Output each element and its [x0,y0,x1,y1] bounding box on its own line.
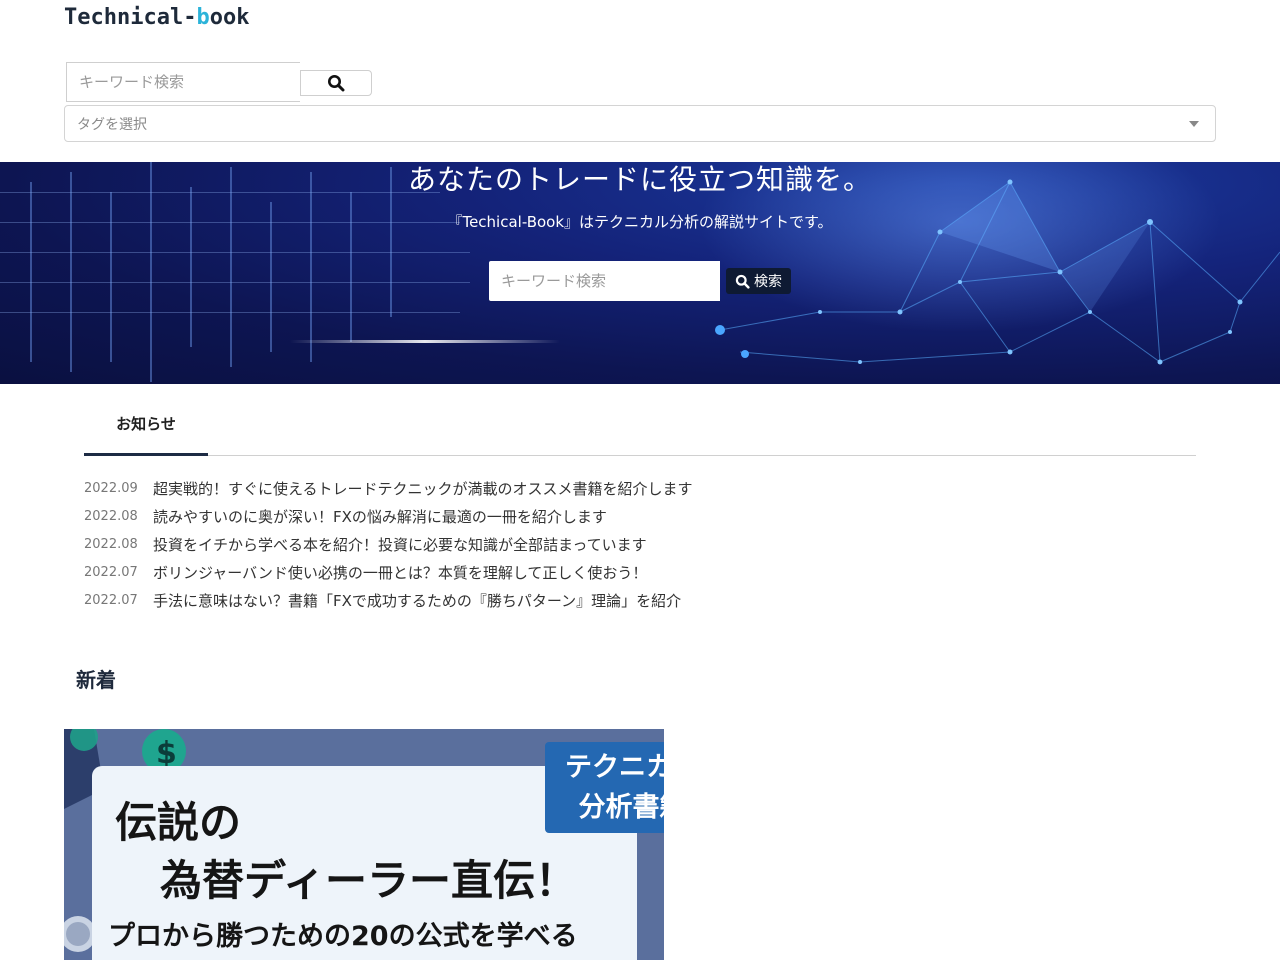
header-search-input[interactable] [66,62,300,102]
news-date: 2022.07 [84,564,138,580]
tab-news[interactable]: お知らせ [84,404,208,456]
chevron-down-icon [1189,120,1199,127]
site-logo[interactable]: Technical-book [64,4,249,32]
news-date: 2022.08 [84,508,138,524]
news-date: 2022.09 [84,480,138,496]
hero-title: あなたのトレードに役立つ知識を。 [407,163,872,196]
badge-line-1: テクニカル [565,752,664,783]
card-title-line-2: 為替ディーラー直伝！ [160,856,578,905]
search-icon [735,274,750,289]
logo-text-main: Technical- [64,5,197,30]
article-card[interactable]: $ テクニカル 分析書籍 伝説の 為替ディーラー直伝！ プロから勝つための20の… [64,729,664,960]
news-link[interactable]: 投資をイチから学べる本を紹介！投資に必要な知識が全部詰まっています [153,534,647,555]
header-search-button[interactable] [300,70,372,96]
hero-search-button-label: 検索 [754,274,782,290]
news-list: 2022.09 超実戦的！すぐに使えるトレードテクニックが満載のオススメ書籍を紹… [84,474,1196,614]
hero-subtitle: 『Techical-Book』はテクニカル分析の解説サイトです。 [447,213,833,231]
card-title-line-3: プロから勝つための20の公式を学べる [108,921,578,952]
header-search-form [66,62,372,102]
logo-text-accent: b [196,5,210,30]
list-item: 2022.08 読みやすいのに奥が深い！FXの悩み解消に最適の一冊を紹介します [84,502,1196,530]
card-category-badge: テクニカル 分析書籍 [545,742,664,833]
badge-line-2: 分析書籍 [578,792,665,823]
news-link[interactable]: 読みやすいのに奥が深い！FXの悩み解消に最適の一冊を紹介します [153,506,607,527]
news-link[interactable]: 手法に意味はない？書籍「FXで成功するための『勝ちパターン』理論」を紹介 [153,590,681,611]
news-date: 2022.08 [84,536,138,552]
tag-select-placeholder: タグを選択 [77,116,147,133]
card-title-line-1: 伝説の [115,798,242,847]
list-item: 2022.07 ボリンジャーバンド使い必携の一冊とは？本質を理解して正しく使おう… [84,558,1196,586]
list-item: 2022.08 投資をイチから学べる本を紹介！投資に必要な知識が全部詰まっていま… [84,530,1196,558]
hero-banner: あなたのトレードに役立つ知識を。 『Techical-Book』はテクニカル分析… [0,162,1280,384]
logo-text-tail: ook [209,5,250,30]
news-link[interactable]: 超実戦的！すぐに使えるトレードテクニックが満載のオススメ書籍を紹介します [153,478,693,499]
news-tab-bar: お知らせ [84,404,1196,456]
list-item: 2022.07 手法に意味はない？書籍「FXで成功するための『勝ちパターン』理論… [84,586,1196,614]
search-icon [328,75,345,92]
new-section-heading: 新着 [76,668,116,692]
news-date: 2022.07 [84,592,138,608]
list-item: 2022.09 超実戦的！すぐに使えるトレードテクニックが満載のオススメ書籍を紹… [84,474,1196,502]
news-link[interactable]: ボリンジャーバンド使い必携の一冊とは？本質を理解して正しく使おう！ [153,562,647,583]
hero-search-input[interactable] [489,261,720,301]
hero-search-button[interactable]: 検索 [726,268,791,294]
tag-select-dropdown[interactable]: タグを選択 [64,105,1216,142]
